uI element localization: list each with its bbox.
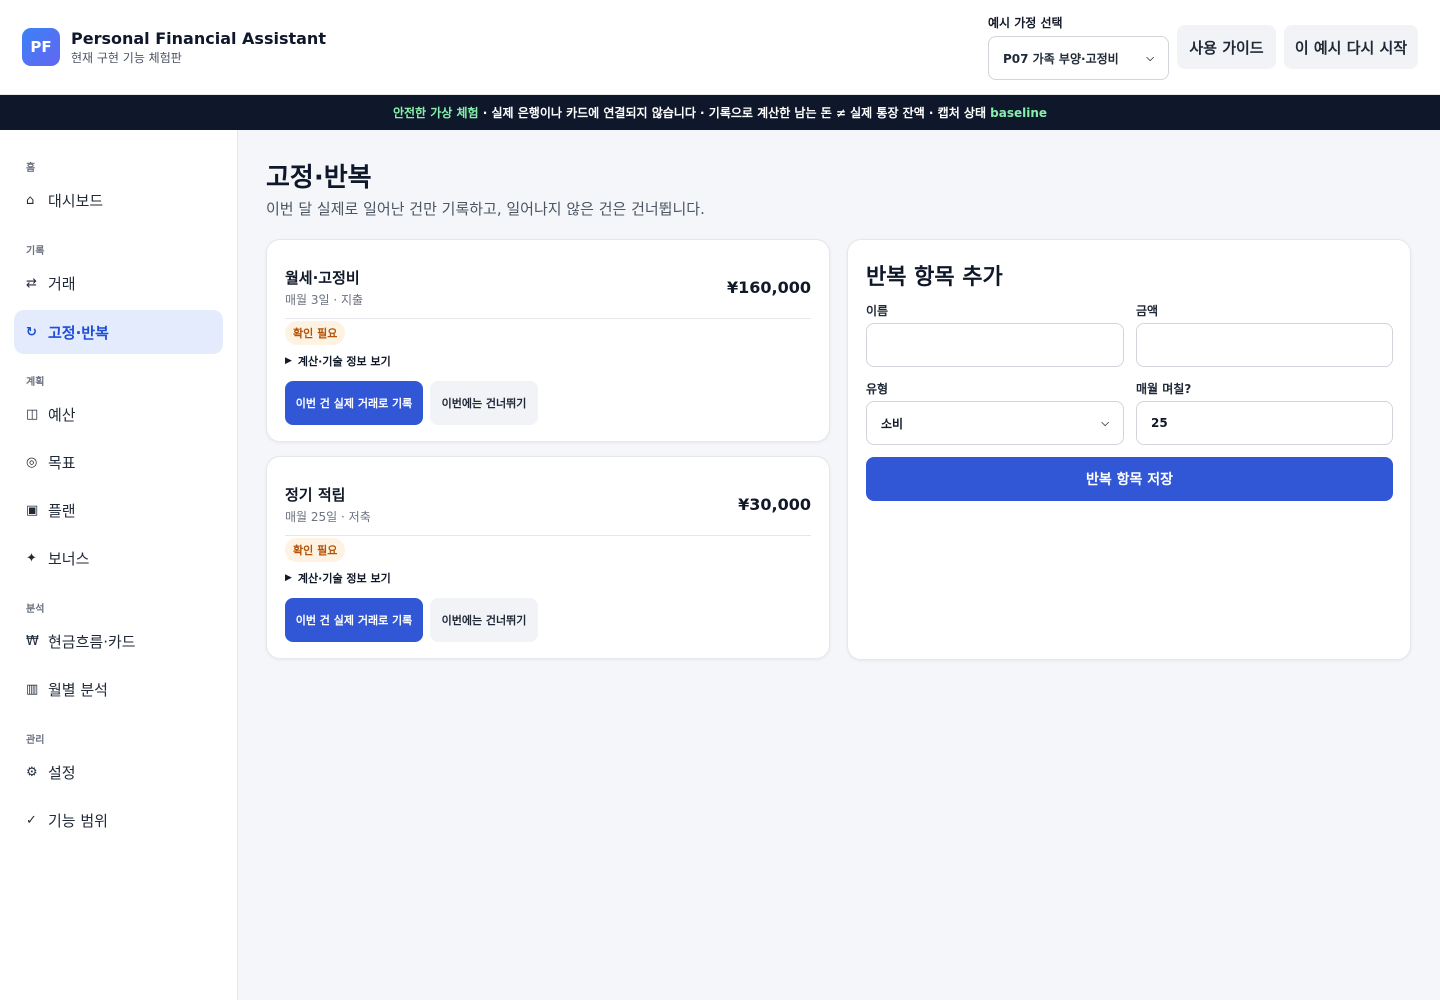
restart-example-button[interactable]: 이 예시 다시 시작 <box>1284 25 1418 69</box>
swap-icon: ⇄ <box>26 275 37 291</box>
banner-state: baseline <box>990 105 1048 120</box>
sidebar-item-goals[interactable]: ◎ 목표 <box>14 440 223 484</box>
day-label: 매월 며칠? <box>1136 382 1192 396</box>
item-schedule: 매월 25일 · 저축 <box>285 510 371 524</box>
gear-icon: ⚙ <box>26 764 38 780</box>
safety-banner: 안전한 가상 체험 · 실제 은행이나 카드에 연결되지 않습니다 · 기록으로… <box>0 95 1440 130</box>
skip-button[interactable]: 이번에는 건너뛰기 <box>430 598 538 642</box>
triangle-right-icon: ▶ <box>285 573 292 583</box>
status-badge: 확인 필요 <box>285 538 346 562</box>
type-select[interactable]: 소비 ⌵ <box>866 401 1124 445</box>
sidebar-item-budget[interactable]: ◫ 예산 <box>14 392 223 436</box>
triangle-right-icon: ▶ <box>285 356 292 366</box>
sidebar-item-label: 월별 분석 <box>48 680 108 699</box>
name-input[interactable] <box>866 323 1124 367</box>
sidebar-item-label: 보너스 <box>48 549 90 568</box>
recurring-item-card: 정기 적립 매월 25일 · 저축 ¥30,000 확인 필요 ▶ 계산·기술 … <box>266 456 830 659</box>
card-divider <box>285 318 811 319</box>
record-transaction-button[interactable]: 이번 건 실제 거래로 기록 <box>285 598 423 642</box>
repeat-icon: ↻ <box>26 324 37 340</box>
app-title: Personal Financial Assistant <box>71 29 326 48</box>
name-label: 이름 <box>866 304 889 318</box>
add-recurring-form: 반복 항목 추가 이름 금액 유형 소비 ⌵ 매월 며칠? 25 반복 항목 저… <box>847 239 1411 660</box>
sidebar: 홈 ⌂ 대시보드 기록 ⇄ 거래 ↻ 고정·반복 계획 ◫ 예산 ◎ 목표 ▣ … <box>0 130 238 1000</box>
sidebar-section-home: 홈 <box>26 163 36 174</box>
app-subtitle: 현재 구현 기능 체험판 <box>71 51 182 65</box>
item-schedule: 매월 3일 · 지출 <box>285 293 364 307</box>
sidebar-item-settings[interactable]: ⚙ 설정 <box>14 750 223 794</box>
form-title: 반복 항목 추가 <box>866 265 1003 290</box>
amount-label: 금액 <box>1136 304 1159 318</box>
chevron-down-icon: ⌵ <box>1146 52 1154 64</box>
sidebar-item-label: 고정·반복 <box>48 323 109 342</box>
recurring-item-card: 월세·고정비 매월 3일 · 지출 ¥160,000 확인 필요 ▶ 계산·기술… <box>266 239 830 442</box>
sidebar-item-bonus[interactable]: ✦ 보너스 <box>14 536 223 580</box>
sparkle-icon: ✦ <box>26 550 37 566</box>
check-icon: ✓ <box>26 812 37 828</box>
home-icon: ⌂ <box>26 192 35 208</box>
save-recurring-button[interactable]: 반복 항목 저장 <box>866 457 1393 501</box>
sidebar-item-feature-scope[interactable]: ✓ 기능 범위 <box>14 798 223 842</box>
target-icon: ◎ <box>26 454 38 470</box>
sidebar-section-plan: 계획 <box>26 377 45 388</box>
sidebar-item-monthly-analysis[interactable]: ▥ 월별 분석 <box>14 667 223 711</box>
sidebar-item-recurring[interactable]: ↻ 고정·반복 <box>14 310 223 354</box>
sidebar-item-cashflow[interactable]: ₩ 현금흐름·카드 <box>14 619 223 663</box>
sidebar-item-label: 현금흐름·카드 <box>48 632 136 651</box>
bar-chart-icon: ▥ <box>26 681 39 697</box>
guide-button[interactable]: 사용 가이드 <box>1177 25 1276 69</box>
sidebar-item-transactions[interactable]: ⇄ 거래 <box>14 261 223 305</box>
scenario-select-value: P07 가족 부양·고정비 <box>1003 51 1119 66</box>
scenario-select-label: 예시 가정 선택 <box>988 16 1063 30</box>
sidebar-item-dashboard[interactable]: ⌂ 대시보드 <box>14 178 223 222</box>
day-input[interactable]: 25 <box>1136 401 1393 445</box>
sidebar-item-label: 기능 범위 <box>48 811 108 830</box>
item-amount: ¥30,000 <box>738 495 811 514</box>
banner-highlight: 안전한 가상 체험 <box>392 106 479 120</box>
plan-icon: ▣ <box>26 502 39 518</box>
type-label: 유형 <box>866 382 889 396</box>
item-name: 정기 적립 <box>285 486 346 504</box>
status-badge: 확인 필요 <box>285 321 346 345</box>
day-input-value: 25 <box>1151 416 1168 430</box>
won-icon: ₩ <box>26 633 39 649</box>
sidebar-section-record: 기록 <box>26 246 45 257</box>
sidebar-item-label: 거래 <box>48 274 76 293</box>
banner-text: · 실제 은행이나 카드에 연결되지 않습니다 · 기록으로 계산한 남는 돈 … <box>478 106 991 120</box>
chevron-down-icon: ⌵ <box>1101 417 1109 429</box>
details-toggle[interactable]: ▶ 계산·기술 정보 보기 <box>285 570 391 586</box>
top-header: PF Personal Financial Assistant 현재 구현 기능… <box>0 0 1440 95</box>
budget-icon: ◫ <box>26 406 39 422</box>
details-label: 계산·기술 정보 보기 <box>297 355 391 368</box>
skip-button[interactable]: 이번에는 건너뛰기 <box>430 381 538 425</box>
scenario-select[interactable]: P07 가족 부양·고정비 ⌵ <box>988 36 1169 80</box>
sidebar-item-label: 플랜 <box>48 501 76 520</box>
sidebar-item-label: 설정 <box>48 763 76 782</box>
sidebar-item-label: 목표 <box>48 453 76 472</box>
card-divider <box>285 535 811 536</box>
app-logo: PF <box>22 28 60 66</box>
sidebar-section-manage: 관리 <box>26 735 45 746</box>
page-title: 고정·반복 <box>266 163 372 193</box>
sidebar-item-plan[interactable]: ▣ 플랜 <box>14 488 223 532</box>
sidebar-item-label: 예산 <box>48 405 76 424</box>
sidebar-section-analysis: 분석 <box>26 604 45 615</box>
type-select-value: 소비 <box>881 416 904 431</box>
sidebar-item-label: 대시보드 <box>48 191 104 210</box>
details-toggle[interactable]: ▶ 계산·기술 정보 보기 <box>285 353 391 369</box>
record-transaction-button[interactable]: 이번 건 실제 거래로 기록 <box>285 381 423 425</box>
page-description: 이번 달 실제로 일어난 건만 기록하고, 일어나지 않은 건은 건너뜁니다. <box>266 200 705 218</box>
amount-input[interactable] <box>1136 323 1393 367</box>
details-label: 계산·기술 정보 보기 <box>297 572 391 585</box>
item-name: 월세·고정비 <box>285 269 360 287</box>
item-amount: ¥160,000 <box>726 278 811 297</box>
